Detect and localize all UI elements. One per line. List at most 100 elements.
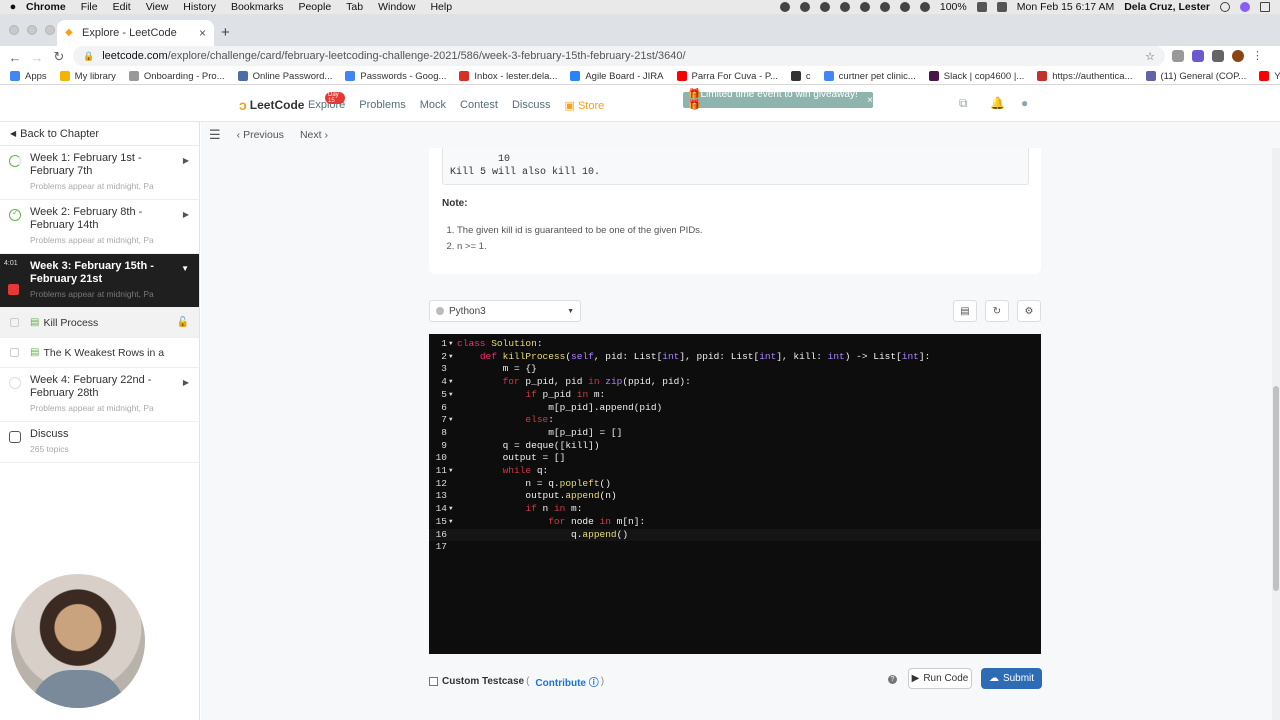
contribute-link[interactable]: Contribute ⓘ <box>535 674 598 689</box>
bookmark-item[interactable]: Inbox - lester.dela... <box>459 71 557 82</box>
bookmark-item[interactable]: c <box>790 71 811 82</box>
menu-tab[interactable]: Tab <box>346 1 363 13</box>
bookmark-star-icon[interactable]: ☆ <box>1145 50 1155 63</box>
bookmark-item[interactable]: Online Password... <box>237 71 332 82</box>
notes-button[interactable]: ▤ <box>953 300 977 322</box>
back-to-chapter[interactable]: ◀ Back to Chapter <box>0 122 199 146</box>
bookmark-item[interactable]: curtner pet clinic... <box>823 71 916 82</box>
menu-bookmarks[interactable]: Bookmarks <box>231 1 284 13</box>
nav-explore[interactable]: Explore Day 15 <box>308 92 346 112</box>
nav-contest[interactable]: Contest <box>460 99 498 112</box>
browser-tabstrip: ◆ Explore - LeetCode × + <box>0 14 1280 46</box>
notification-bell-icon[interactable]: 🔔 <box>990 97 1005 109</box>
menu-history[interactable]: History <box>183 1 216 13</box>
minimize-window-button[interactable] <box>27 25 37 35</box>
bookmark-item[interactable]: Slack | cop4600 |... <box>928 71 1024 82</box>
menu-window[interactable]: Window <box>378 1 415 13</box>
language-select[interactable]: Python3 ▼ <box>429 300 581 322</box>
menu-help[interactable]: Help <box>430 1 452 13</box>
bookmark-item[interactable]: Onboarding - Pro... <box>128 71 225 82</box>
refresh-icon: ↻ <box>992 305 1002 317</box>
bookmark-favicon-icon <box>1037 71 1048 81</box>
help-icon[interactable]: ? <box>888 675 897 684</box>
kebab-menu-icon[interactable]: ⋮ <box>1252 50 1264 62</box>
mic-tray-icon[interactable] <box>879 2 890 12</box>
code-line: 7 ▼ else: <box>441 414 554 426</box>
playground-icon[interactable]: ⧉ <box>959 97 971 109</box>
bookmark-item[interactable]: Parra For Cuva - P... <box>676 71 778 82</box>
week-3-item[interactable]: 4:01 Week 3: February 15th - February 21… <box>0 254 199 308</box>
address-bar[interactable]: 🔒 leetcode.com /explore/challenge/card/f… <box>73 46 1165 66</box>
scrollbar-thumb[interactable] <box>1273 386 1279 591</box>
bookmark-item[interactable]: My library <box>59 71 116 82</box>
settings-button[interactable]: ⚙ <box>1017 300 1041 322</box>
menu-chrome[interactable]: Chrome <box>26 1 66 13</box>
wifi-icon[interactable] <box>919 2 930 12</box>
notification-center-icon[interactable] <box>1260 2 1270 12</box>
back-arrow-icon[interactable]: ← <box>4 50 26 65</box>
page-scrollbar[interactable] <box>1272 148 1280 720</box>
nav-problems[interactable]: Problems <box>359 99 405 112</box>
nav-icons: ⧉ 🔔 ● <box>959 97 1033 109</box>
nav-discuss[interactable]: Discuss <box>512 99 551 112</box>
forward-arrow-icon[interactable]: → <box>26 50 48 65</box>
maximize-window-button[interactable] <box>45 25 55 35</box>
code-line: 14 ▼ if n in m: <box>435 503 583 515</box>
hamburger-menu-icon[interactable]: ☰ <box>209 127 221 143</box>
reload-icon[interactable]: ↻ <box>48 49 70 65</box>
extension-1-icon[interactable] <box>1172 50 1184 62</box>
bookmark-item[interactable]: Apps <box>10 71 47 82</box>
sync-tray-icon[interactable] <box>799 2 810 12</box>
nav-mock[interactable]: Mock <box>420 99 446 112</box>
bookmark-item[interactable]: (11) General (COP... <box>1145 71 1246 82</box>
menu-view[interactable]: View <box>146 1 169 13</box>
leetcode-logo[interactable]: ↄ LeetCode <box>239 97 304 113</box>
problem-k-weakest-rows[interactable]: ▤ The K Weakest Rows in a ... <box>0 338 199 368</box>
bookmark-item[interactable]: Agile Board - JIRA <box>570 71 664 82</box>
bookmark-item[interactable]: https://authentica... <box>1037 71 1133 82</box>
week-1-item[interactable]: Week 1: February 1st - February 7th Prob… <box>0 146 199 200</box>
next-button[interactable]: Next › <box>300 129 328 141</box>
menu-people[interactable]: People <box>298 1 331 13</box>
bookmark-item[interactable]: YouTube <box>1259 71 1280 82</box>
bluetooth-icon[interactable] <box>899 2 910 12</box>
week-4-item[interactable]: Week 4: February 22nd - February 28th Pr… <box>0 368 199 422</box>
screen-mirror-icon[interactable] <box>996 2 1007 12</box>
close-tab-icon[interactable]: × <box>199 26 206 40</box>
promo-banner[interactable]: 🎁Limited time event to win giveaway!🎁 × <box>683 89 873 111</box>
bookmark-favicon-icon <box>10 71 20 81</box>
user-name[interactable]: Dela Cruz, Lester <box>1124 1 1210 13</box>
menu-file[interactable]: File <box>81 1 98 13</box>
battery-icon[interactable] <box>976 2 987 12</box>
discuss-item[interactable]: Discuss 265 topics <box>0 422 199 463</box>
lock-icon[interactable]: 🔒 <box>83 51 94 62</box>
browser-tab[interactable]: ◆ Explore - LeetCode × <box>57 20 214 46</box>
puzzle-icon[interactable] <box>1212 50 1224 62</box>
code-editor[interactable]: 1 ▼ class Solution: 2 ▼ def killProcess(sel… <box>429 334 1041 654</box>
reset-code-button[interactable]: ↻ <box>985 300 1009 322</box>
gear-tray-icon[interactable] <box>779 2 790 12</box>
apple-icon[interactable]: ● <box>0 1 26 13</box>
previous-button[interactable]: ‹ Previous <box>237 129 284 141</box>
clock[interactable]: Mon Feb 15 6:17 AM <box>1017 1 1114 13</box>
menu-edit[interactable]: Edit <box>113 1 131 13</box>
siri-icon[interactable] <box>1240 2 1250 12</box>
nav-store[interactable]: ▣ Store <box>564 99 604 112</box>
new-tab-icon[interactable]: + <box>221 24 230 41</box>
profile-avatar[interactable] <box>1232 50 1244 62</box>
user-avatar-icon[interactable]: ● <box>1021 97 1033 109</box>
record-tray-icon[interactable] <box>839 2 850 12</box>
close-window-button[interactable] <box>9 25 19 35</box>
week-2-item[interactable]: ✓ Week 2: February 8th - February 14th P… <box>0 200 199 254</box>
extension-2-icon[interactable] <box>1192 50 1204 62</box>
cloud-tray-icon[interactable] <box>819 2 830 12</box>
run-code-button[interactable]: ▶ Run Code <box>908 668 972 689</box>
timer-tray-icon[interactable] <box>859 2 870 12</box>
custom-testcase-checkbox[interactable] <box>429 677 438 686</box>
bookmark-item[interactable]: Passwords - Goog... <box>345 71 446 82</box>
submit-button[interactable]: ☁ Submit <box>981 668 1042 689</box>
close-promo-icon[interactable]: × <box>867 95 873 106</box>
problem-kill-process[interactable]: ▤ Kill Process 🔓 <box>0 308 199 338</box>
spotlight-search-icon[interactable] <box>1220 2 1230 12</box>
stop-recording-icon[interactable] <box>8 284 19 295</box>
